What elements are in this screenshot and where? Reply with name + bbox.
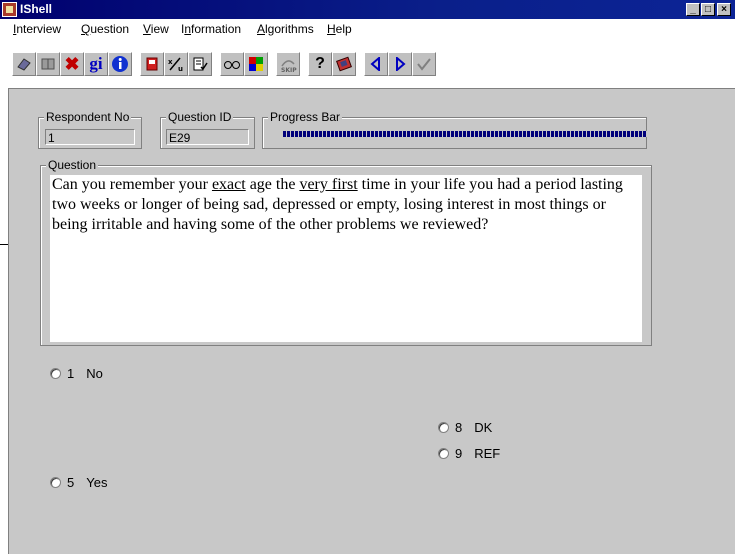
- svg-text:SKIP: SKIP: [281, 67, 297, 73]
- question-label: Question: [46, 158, 99, 172]
- close-icon[interactable]: ×: [717, 3, 731, 16]
- notebook-icon[interactable]: [140, 52, 164, 76]
- maximize-icon[interactable]: □: [701, 3, 715, 16]
- gi-label: gi: [89, 54, 103, 73]
- emphasis-exact: exact: [211, 176, 246, 193]
- radio-button[interactable]: [438, 448, 449, 459]
- menu-information[interactable]: Information: [181, 22, 241, 36]
- progress-bar: [283, 131, 647, 137]
- checkmark-icon[interactable]: [412, 52, 436, 76]
- book-search-icon[interactable]: [332, 52, 356, 76]
- minimize-icon[interactable]: _: [686, 3, 700, 16]
- help-icon[interactable]: ?: [308, 52, 332, 76]
- menu-view[interactable]: View: [143, 22, 169, 36]
- application-window: IShell _ □ × Interview Question View Inf…: [0, 0, 735, 554]
- skip-icon[interactable]: SKIP: [276, 52, 300, 76]
- radio-button[interactable]: [50, 368, 61, 379]
- fraction-icon[interactable]: xu: [164, 52, 188, 76]
- previous-icon[interactable]: [364, 52, 388, 76]
- svg-text:x: x: [168, 58, 173, 66]
- progress-label: Progress Bar: [268, 110, 343, 124]
- answer-option-yes[interactable]: 5 Yes: [50, 475, 107, 490]
- color-grid-icon[interactable]: [244, 52, 268, 76]
- menu-help[interactable]: Help: [327, 22, 352, 36]
- question-text: Can you remember your exact age the very…: [50, 175, 642, 342]
- respondent-label: Respondent No: [44, 110, 132, 124]
- next-icon[interactable]: [388, 52, 412, 76]
- respondent-field: 1: [45, 129, 135, 145]
- delete-x-icon[interactable]: ✖: [60, 52, 84, 76]
- answer-option-no[interactable]: 1 No: [50, 366, 103, 381]
- menu-bar: Interview Question View Information Algo…: [0, 20, 735, 38]
- answer-option-dk[interactable]: 8 DK: [438, 420, 492, 435]
- menu-question[interactable]: Question: [81, 22, 129, 36]
- glasses-icon[interactable]: [220, 52, 244, 76]
- menu-algorithms[interactable]: Algorithms: [257, 22, 314, 36]
- answer-option-ref[interactable]: 9 REF: [438, 446, 500, 461]
- info-icon[interactable]: [108, 52, 132, 76]
- eraser-icon[interactable]: [12, 52, 36, 76]
- book-icon[interactable]: [36, 52, 60, 76]
- svg-text:u: u: [178, 65, 183, 72]
- checklist-icon[interactable]: [188, 52, 212, 76]
- radio-button[interactable]: [50, 477, 61, 488]
- radio-button[interactable]: [438, 422, 449, 433]
- app-icon[interactable]: [2, 2, 17, 17]
- title-bar: IShell _ □ ×: [0, 0, 735, 19]
- question-id-field: E29: [166, 129, 249, 145]
- window-title: IShell: [20, 2, 53, 16]
- gi-icon[interactable]: gi: [84, 52, 108, 76]
- emphasis-very-first: very first: [299, 176, 358, 193]
- question-id-label: Question ID: [166, 110, 234, 124]
- menu-interview[interactable]: Interview: [13, 22, 61, 36]
